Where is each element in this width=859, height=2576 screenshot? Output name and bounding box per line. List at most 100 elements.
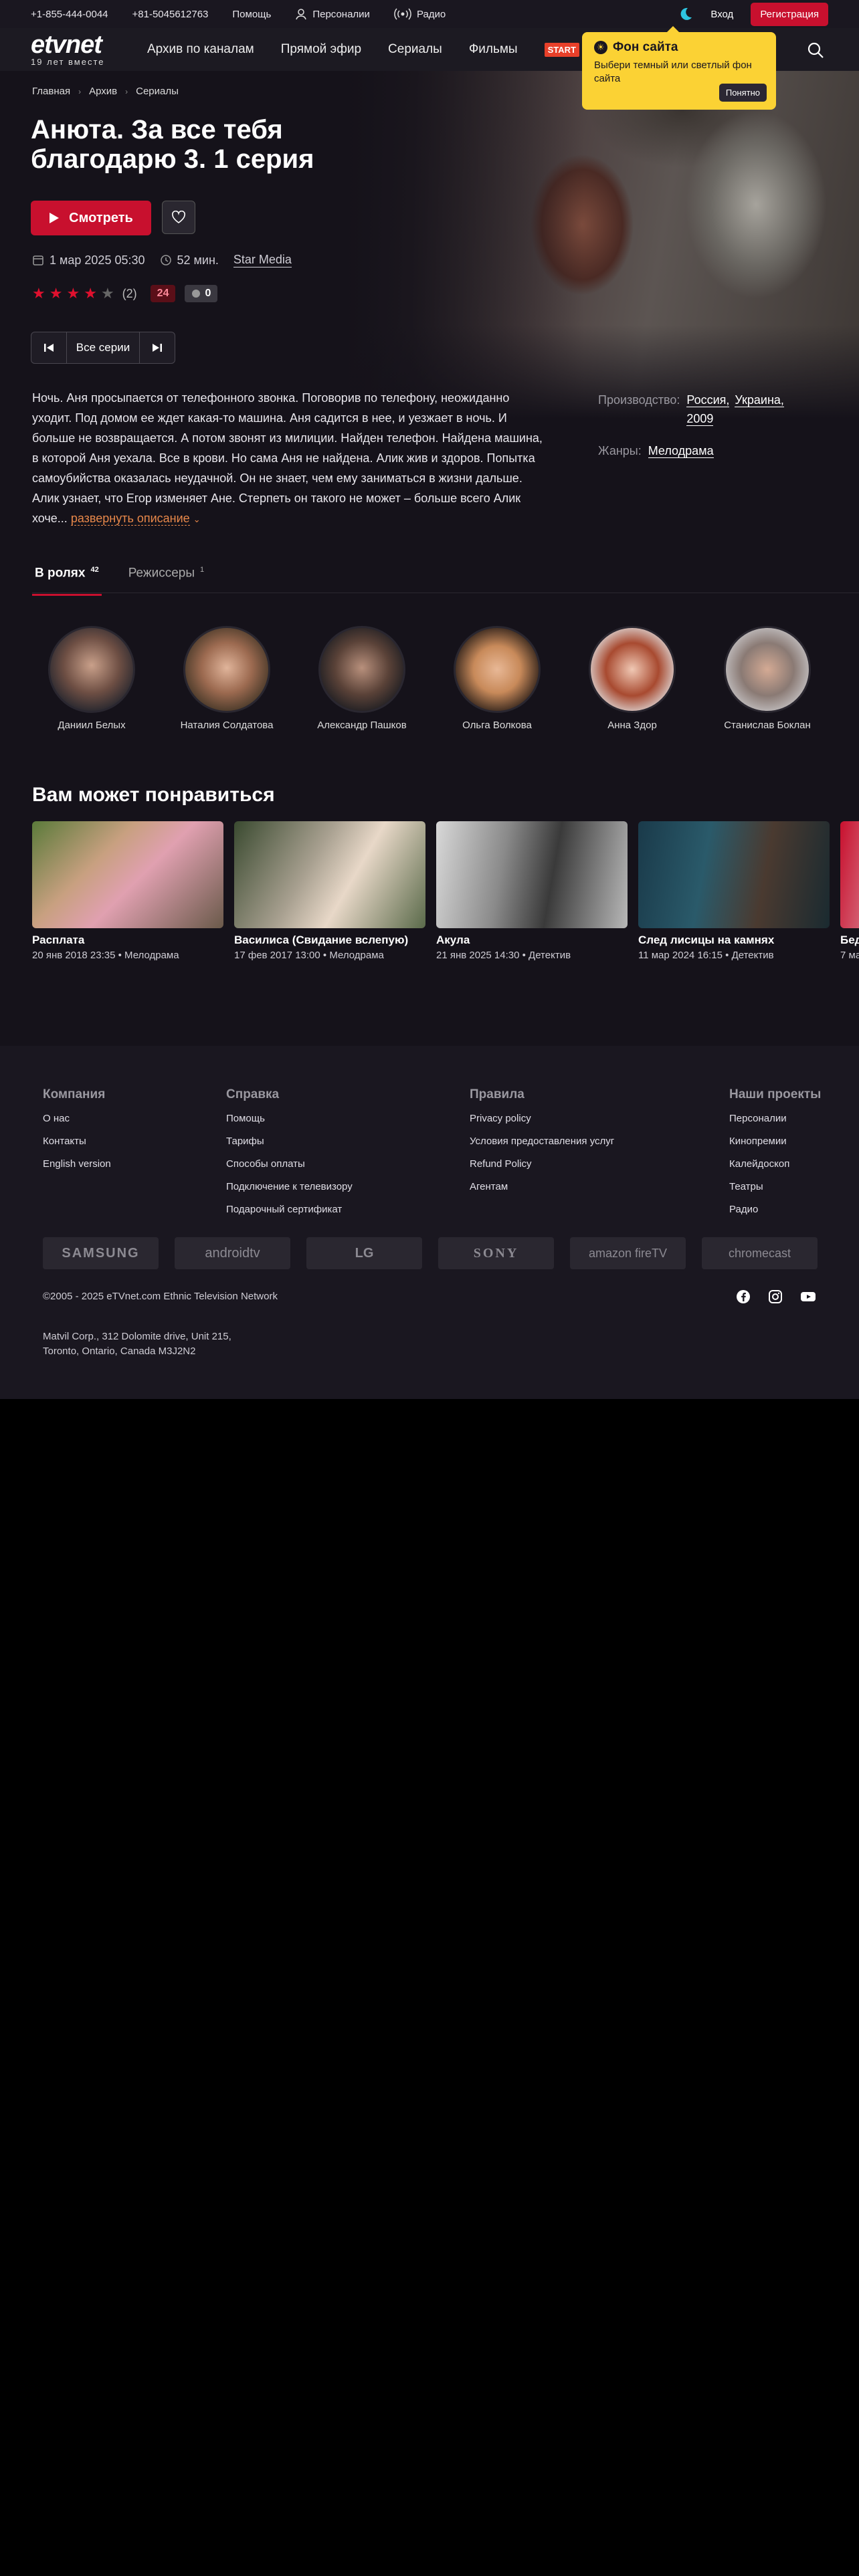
production-country-russia[interactable]: Россия,: [686, 393, 730, 407]
footer-link[interactable]: English version: [43, 1158, 111, 1170]
footer-link[interactable]: О нас: [43, 1113, 111, 1124]
next-episode-button[interactable]: [140, 332, 175, 363]
theme-toggle-moon-icon[interactable]: [678, 7, 693, 21]
company-address: Matvil Corp., 312 Dolomite drive, Unit 2…: [43, 1329, 231, 1359]
cast-person[interactable]: Станислав Боклан: [724, 626, 811, 731]
instagram-icon[interactable]: [768, 1289, 783, 1307]
tab-directors-count: 1: [200, 566, 205, 574]
card-title: Бед: [840, 934, 859, 946]
star-icon[interactable]: ★: [84, 285, 97, 302]
production-year[interactable]: 2009: [686, 412, 714, 426]
youtube-icon[interactable]: [800, 1289, 816, 1307]
footer-link[interactable]: Тарифы: [226, 1136, 353, 1147]
cast-person[interactable]: Даниил Белых: [48, 626, 135, 731]
amazon-firetv-logo: amazon fireTV: [570, 1237, 686, 1269]
radio-link[interactable]: Радио: [394, 8, 446, 20]
recommendation-card[interactable]: След лисицы на камнях 11 мар 2024 16:15 …: [638, 821, 830, 962]
footer-link[interactable]: Подключение к телевизору: [226, 1181, 353, 1192]
card-thumbnail: [32, 821, 223, 928]
personali-link[interactable]: Персоналии: [295, 8, 370, 20]
footer-help-title: Справка: [226, 1087, 280, 1101]
studio-link[interactable]: Star Media: [233, 253, 292, 267]
production-label: Производство:: [598, 393, 680, 407]
chromecast-logo: chromecast: [702, 1237, 818, 1269]
footer-company: Компания О нас Контакты English version: [43, 1087, 111, 1181]
recommendation-card[interactable]: Акула 21 янв 2025 14:30 • Детектив: [436, 821, 628, 962]
social-links: [736, 1289, 816, 1307]
nav-archive-by-channels[interactable]: Архив по каналам: [147, 42, 254, 57]
footer-link[interactable]: Агентам: [470, 1181, 614, 1192]
register-button[interactable]: Регистрация: [751, 2, 828, 26]
prev-episode-button[interactable]: [31, 332, 66, 363]
phone-link-1[interactable]: +1-855-444-0044: [31, 9, 108, 20]
breadcrumb-series[interactable]: Сериалы: [136, 86, 179, 97]
footer-rules-title: Правила: [470, 1087, 524, 1101]
logo-tagline: 19 лет вместе: [31, 56, 105, 67]
clock-icon: [160, 255, 171, 265]
recommendation-card[interactable]: Бед 7 ма: [840, 821, 859, 962]
star-icon[interactable]: ★: [50, 285, 63, 302]
genre-link[interactable]: Мелодрама: [648, 444, 714, 458]
cast-person[interactable]: Анна Здор: [589, 626, 676, 731]
star-icon[interactable]: ★: [101, 285, 114, 302]
card-thumbnail: [840, 821, 859, 928]
tooltip-body: Выбери темный или светлый фон сайта: [594, 60, 752, 84]
all-episodes-button[interactable]: Все серии: [66, 332, 140, 363]
login-link[interactable]: Вход: [710, 9, 733, 20]
footer-link[interactable]: Радио: [729, 1204, 821, 1215]
card-meta: 20 янв 2018 23:35 • Мелодрама: [32, 950, 179, 961]
tab-cast[interactable]: В ролях 42: [32, 562, 102, 597]
footer-link[interactable]: Privacy policy: [470, 1113, 614, 1124]
phone-link-2[interactable]: +81-5045612763: [132, 9, 209, 20]
comments-badge[interactable]: 0: [185, 285, 218, 302]
footer-link[interactable]: Способы оплаты: [226, 1158, 353, 1170]
tooltip-ok-button[interactable]: Понятно: [719, 84, 767, 102]
theme-sun-icon: ☀: [594, 41, 607, 54]
episode-navigation: Все серии: [31, 332, 175, 364]
footer-link[interactable]: Персоналии: [729, 1113, 821, 1124]
help-link[interactable]: Помощь: [232, 9, 271, 20]
breadcrumb-home[interactable]: Главная: [32, 86, 70, 97]
avatar: [183, 626, 270, 713]
nav-live[interactable]: Прямой эфир: [281, 42, 361, 57]
age-badge: 24: [150, 285, 176, 302]
expand-description-link[interactable]: развернуть описание: [70, 512, 190, 526]
avatar: [318, 626, 405, 713]
androidtv-logo: androidtv: [175, 1237, 290, 1269]
footer-link[interactable]: Калейдоскоп: [729, 1158, 821, 1170]
watch-button[interactable]: Смотреть: [31, 201, 151, 235]
cast-person[interactable]: Александр Пашков: [317, 626, 407, 731]
footer-link[interactable]: Кинопремии: [729, 1136, 821, 1147]
footer-projects-title: Наши проекты: [729, 1087, 822, 1101]
recommendation-card[interactable]: Расплата 20 янв 2018 23:35 • Мелодрама: [32, 821, 223, 962]
nav-films[interactable]: Фильмы: [469, 42, 518, 57]
breadcrumb-archive[interactable]: Архив: [89, 86, 117, 97]
star-icon[interactable]: ★: [66, 285, 80, 302]
cast-person[interactable]: Наталия Солдатова: [181, 626, 273, 731]
footer-link[interactable]: Refund Policy: [470, 1158, 614, 1170]
tab-directors[interactable]: Режиссеры 1: [126, 562, 207, 596]
tab-cast-label: В ролях: [35, 566, 86, 580]
sony-logo: SONY: [438, 1237, 554, 1269]
card-title: Расплата: [32, 934, 85, 946]
etvnet-logo[interactable]: etvnet 19 лет вместе: [31, 32, 124, 67]
person-name: Даниил Белых: [58, 720, 126, 731]
footer-link[interactable]: Контакты: [43, 1136, 111, 1147]
footer-link[interactable]: Условия предоставления услуг: [470, 1136, 614, 1147]
episode-meta: 1 мар 2025 05:30 52 мин. Star Media: [32, 253, 292, 267]
comment-icon: [192, 290, 201, 298]
nav-series[interactable]: Сериалы: [388, 42, 442, 57]
recommendation-card[interactable]: Василиса (Свидание вслепую) 17 фев 2017 …: [234, 821, 425, 962]
rating: ★ ★ ★ ★ ★ (2) 24 0: [32, 285, 218, 302]
facebook-icon[interactable]: [736, 1289, 751, 1307]
footer-link[interactable]: Помощь: [226, 1113, 353, 1124]
search-icon[interactable]: [807, 41, 824, 62]
card-meta: 7 ма: [840, 950, 859, 961]
cast-person[interactable]: Ольга Волкова: [454, 626, 541, 731]
favorite-button[interactable]: [162, 201, 195, 234]
footer-link[interactable]: Подарочный сертификат: [226, 1204, 353, 1215]
star-icon[interactable]: ★: [32, 285, 45, 302]
footer-link[interactable]: Театры: [729, 1181, 821, 1192]
nav-start-logo[interactable]: START: [544, 42, 579, 57]
production-country-ukraine[interactable]: Украина,: [735, 393, 784, 407]
